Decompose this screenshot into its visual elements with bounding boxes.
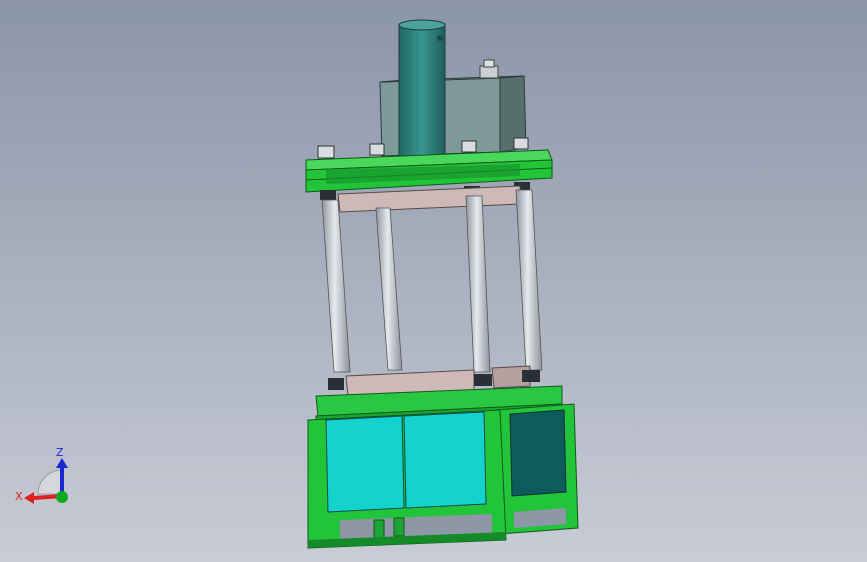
cad-viewport[interactable]: Z X (0, 0, 867, 562)
triad-z-label: Z (56, 446, 64, 459)
side-panel[interactable] (509, 409, 567, 497)
tank-cap (479, 65, 499, 79)
front-panel-right[interactable] (403, 411, 487, 509)
cylinder-port (437, 35, 443, 41)
triad-y-origin (56, 491, 68, 503)
front-panel-left[interactable] (325, 415, 405, 513)
triad-x-label: X (15, 490, 23, 503)
hydraulic-cylinder[interactable] (398, 19, 446, 159)
